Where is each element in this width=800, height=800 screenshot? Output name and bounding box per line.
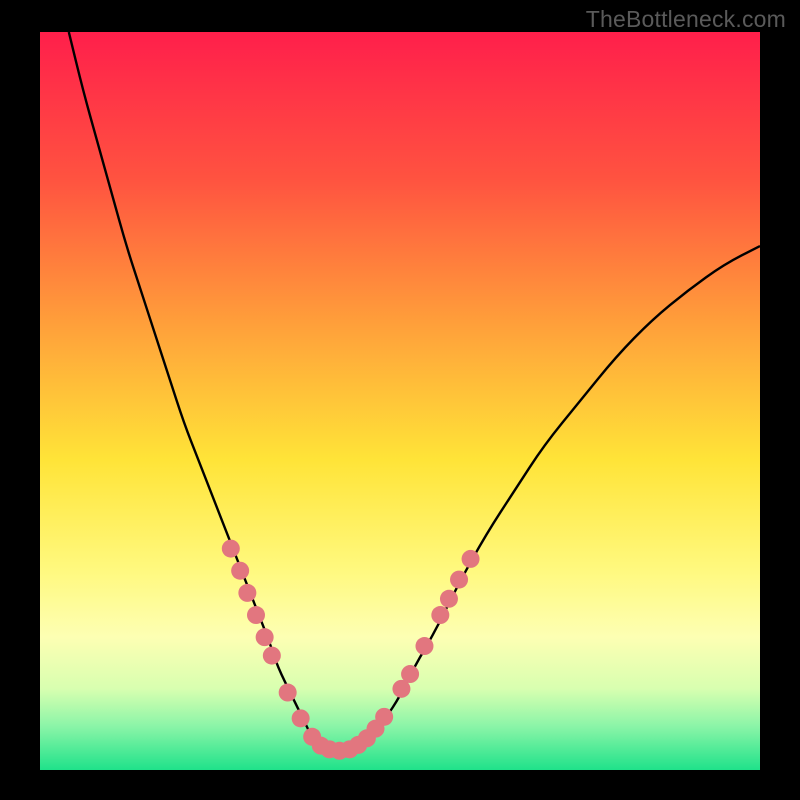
curve-bead xyxy=(292,709,310,727)
bottleneck-plot xyxy=(0,0,800,800)
curve-bead xyxy=(440,590,458,608)
curve-bead xyxy=(375,708,393,726)
plot-background-gradient xyxy=(40,32,760,770)
curve-bead xyxy=(238,584,256,602)
chart-stage: TheBottleneck.com xyxy=(0,0,800,800)
curve-bead xyxy=(401,665,419,683)
curve-bead xyxy=(263,647,281,665)
curve-bead xyxy=(431,606,449,624)
curve-bead xyxy=(279,684,297,702)
curve-bead xyxy=(231,562,249,580)
curve-bead xyxy=(247,606,265,624)
curve-bead xyxy=(450,571,468,589)
watermark-text: TheBottleneck.com xyxy=(586,6,786,33)
curve-bead xyxy=(256,628,274,646)
curve-bead xyxy=(415,637,433,655)
curve-bead xyxy=(222,540,240,558)
curve-bead xyxy=(462,550,480,568)
